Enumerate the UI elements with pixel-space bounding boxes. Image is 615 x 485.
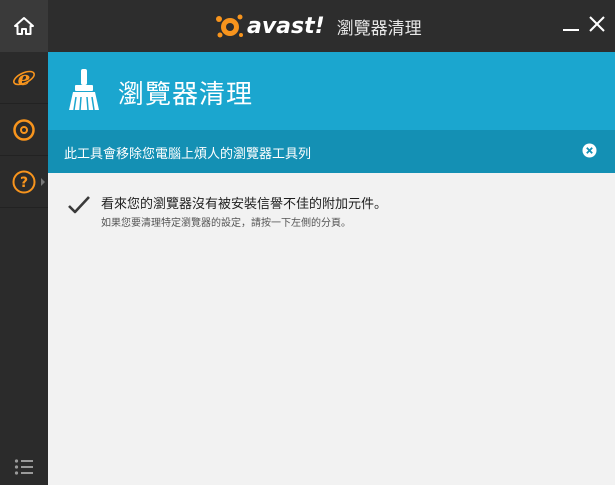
page-title: 瀏覽器清理 (118, 80, 254, 110)
close-icon (589, 16, 605, 32)
ie-icon: e (13, 66, 35, 90)
dismiss-icon[interactable] (582, 143, 597, 158)
home-icon (14, 17, 34, 35)
sidebar: e ? (0, 52, 48, 485)
minimize-icon (563, 29, 579, 31)
title-bar: avast! 瀏覽器清理 (0, 0, 615, 52)
status-hint: 如果您要清理特定瀏覽器的設定，請按一下左側的分頁。 (101, 218, 351, 229)
brand-name: avast! (247, 13, 325, 39)
sidebar-item-internet-explorer[interactable]: e (0, 52, 48, 104)
window-title: 瀏覽器清理 (336, 18, 422, 39)
list-menu-icon (14, 459, 33, 475)
home-button[interactable] (0, 0, 48, 52)
close-button[interactable] (584, 10, 610, 38)
content-area: 看來您的瀏覽器沒有被安裝信譽不佳的附加元件。 如果您要清理特定瀏覽器的設定，請按… (48, 173, 615, 485)
chrome-icon (13, 118, 35, 141)
broom-icon (69, 69, 99, 111)
help-icon: ? (12, 170, 36, 193)
sidebar-item-help[interactable]: ? (0, 156, 48, 208)
sidebar-item-chrome[interactable] (0, 104, 48, 156)
avast-logo-icon (216, 14, 243, 38)
info-bar: 此工具會移除您電腦上煩人的瀏覽器工具列 (48, 130, 615, 173)
checkmark-icon (68, 196, 90, 214)
status-message: 看來您的瀏覽器沒有被安裝信譽不佳的附加元件。 (101, 197, 388, 212)
svg-text:?: ? (20, 175, 28, 191)
page-header: 瀏覽器清理 (48, 52, 615, 130)
info-text: 此工具會移除您電腦上煩人的瀏覽器工具列 (64, 147, 312, 162)
minimize-button[interactable] (558, 10, 584, 38)
menu-button[interactable] (0, 449, 48, 485)
svg-text:e: e (18, 66, 31, 90)
expand-arrow-icon (41, 177, 45, 186)
brand: avast! 瀏覽器清理 (215, 10, 422, 42)
